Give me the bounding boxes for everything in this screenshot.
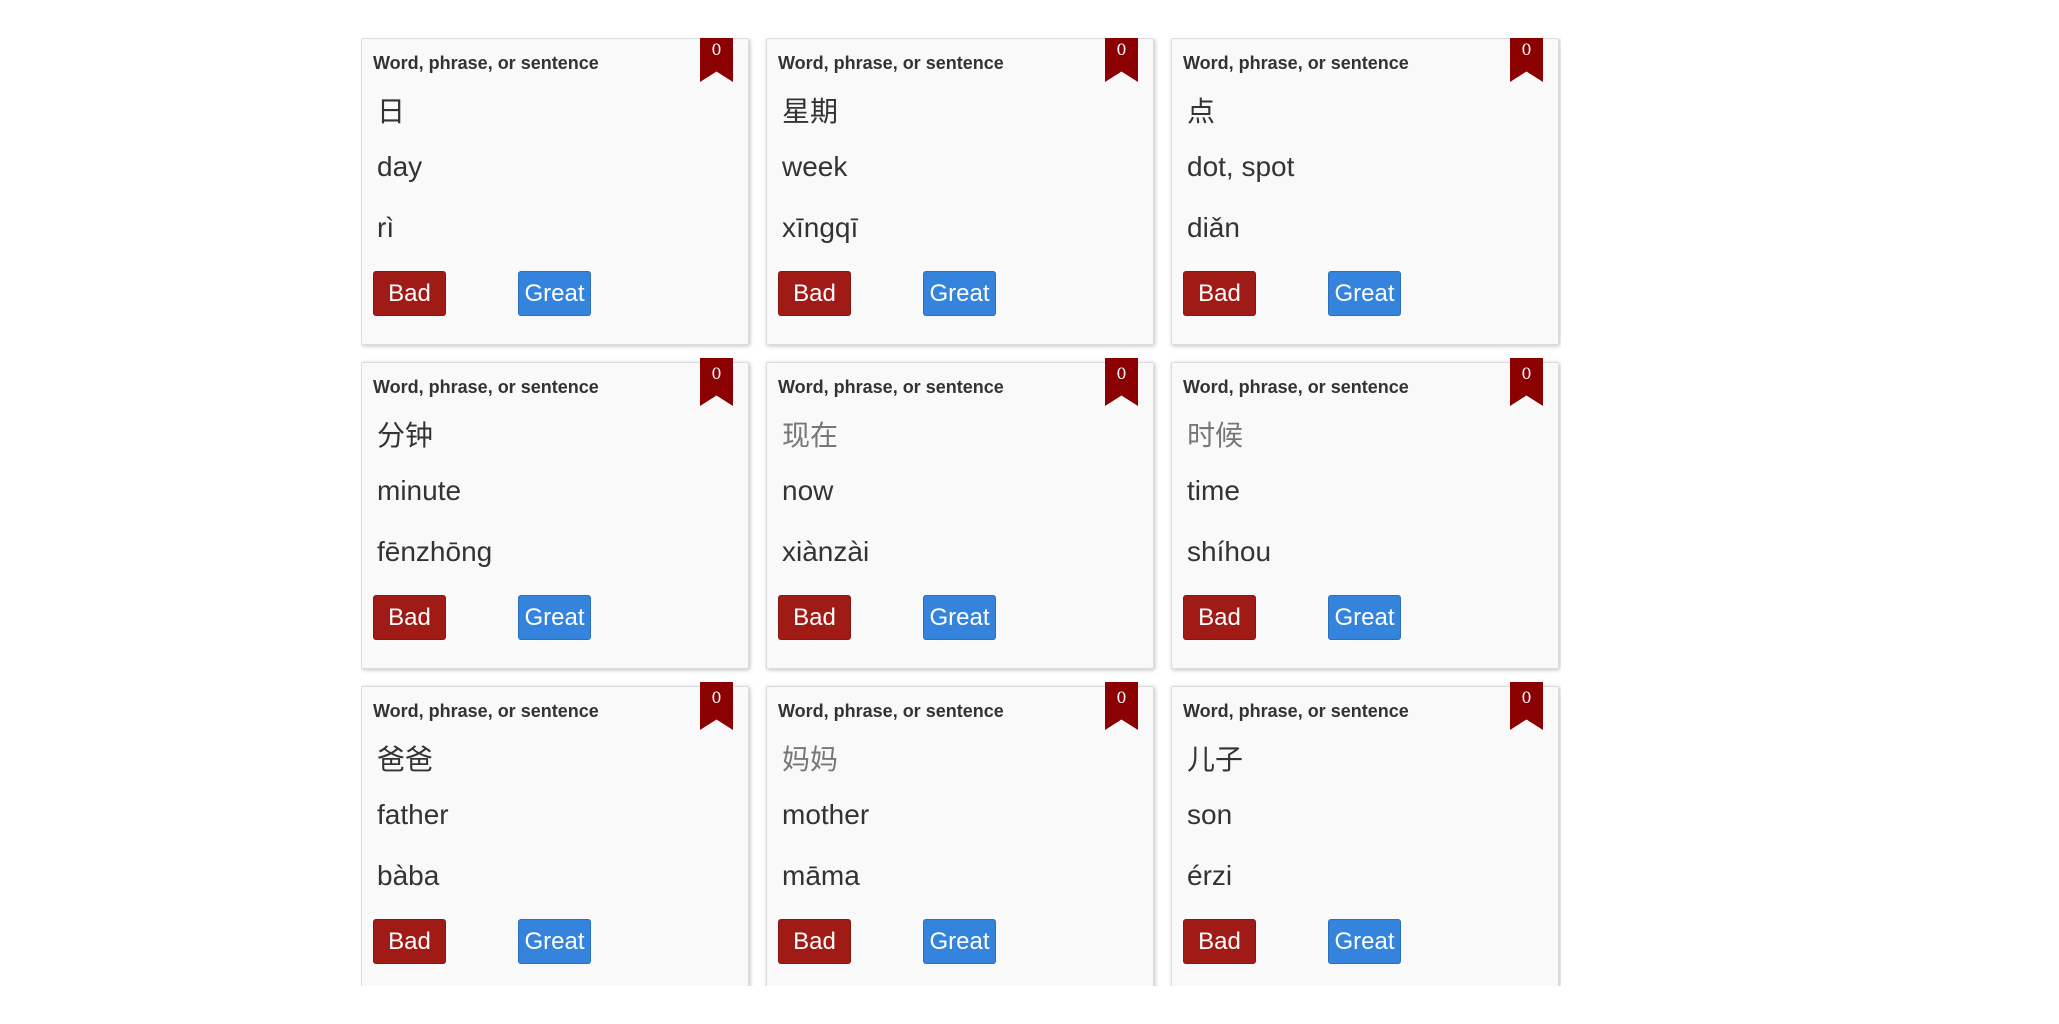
bad-button[interactable]: Bad: [1183, 595, 1256, 640]
review-count: 0: [1521, 364, 1532, 383]
great-button[interactable]: Great: [1328, 595, 1401, 640]
pinyin-text: fēnzhōng: [377, 536, 493, 567]
bookmark-ribbon-icon[interactable]: 0: [1105, 682, 1138, 730]
flashcard: Word, phrase, or sentence 0 妈妈 mother mā…: [766, 682, 1154, 986]
flashcard: Word, phrase, or sentence 0 儿子 son érzi …: [1171, 682, 1559, 986]
card-type-label: Word, phrase, or sentence: [778, 701, 1004, 721]
card-type-label: Word, phrase, or sentence: [373, 53, 599, 73]
english-text: son: [1187, 799, 1233, 830]
flashcard: Word, phrase, or sentence 0 星期 week xīng…: [766, 38, 1154, 345]
pinyin-text: xīngqī: [782, 212, 859, 243]
review-count: 0: [711, 40, 722, 59]
card-type-label: Word, phrase, or sentence: [1183, 53, 1409, 73]
review-count: 0: [1116, 688, 1127, 707]
flashcard: Word, phrase, or sentence 0 日 day rì Bad…: [361, 38, 749, 345]
chinese-text: 星期: [782, 96, 839, 127]
english-text: father: [377, 799, 449, 830]
bad-button[interactable]: Bad: [1183, 919, 1256, 964]
pinyin-text: bàba: [377, 860, 440, 891]
pinyin-text: érzi: [1187, 860, 1233, 891]
bookmark-ribbon-icon[interactable]: 0: [1510, 38, 1543, 82]
review-count: 0: [1116, 40, 1127, 59]
review-count: 0: [711, 364, 722, 383]
pinyin-text: xiànzài: [782, 536, 870, 567]
flashcard: Word, phrase, or sentence 0 点 dot, spot …: [1171, 38, 1559, 345]
pinyin-text: rì: [377, 212, 395, 243]
flashcard: Word, phrase, or sentence 0 分钟 minute fē…: [361, 358, 749, 669]
great-button[interactable]: Great: [1328, 271, 1401, 316]
english-text: week: [782, 151, 848, 182]
chinese-text: 爸爸: [377, 744, 434, 775]
great-button[interactable]: Great: [518, 595, 591, 640]
bad-button[interactable]: Bad: [373, 595, 446, 640]
bookmark-ribbon-icon[interactable]: 0: [700, 358, 733, 406]
bookmark-ribbon-icon[interactable]: 0: [1510, 358, 1543, 406]
english-text: time: [1187, 475, 1240, 506]
flashcard-grid: Word, phrase, or sentence 0 日 day rì Bad…: [361, 38, 1561, 986]
bad-button[interactable]: Bad: [778, 271, 851, 316]
great-button[interactable]: Great: [518, 271, 591, 316]
card-type-label: Word, phrase, or sentence: [373, 701, 599, 721]
english-text: mother: [782, 799, 870, 830]
great-button[interactable]: Great: [1328, 919, 1401, 964]
bookmark-ribbon-icon[interactable]: 0: [1510, 682, 1543, 730]
chinese-text: 日: [377, 96, 406, 127]
card-type-label: Word, phrase, or sentence: [1183, 377, 1409, 397]
english-text: minute: [377, 475, 462, 506]
flashcard: Word, phrase, or sentence 0 现在 now xiànz…: [766, 358, 1154, 669]
flashcard: Word, phrase, or sentence 0 爸爸 father bà…: [361, 682, 749, 986]
great-button[interactable]: Great: [923, 595, 996, 640]
chinese-text: 妈妈: [782, 744, 839, 775]
pinyin-text: diǎn: [1187, 212, 1240, 243]
english-text: day: [377, 151, 423, 182]
card-type-label: Word, phrase, or sentence: [373, 377, 599, 397]
bad-button[interactable]: Bad: [373, 919, 446, 964]
chinese-text: 点: [1187, 96, 1216, 127]
bookmark-ribbon-icon[interactable]: 0: [1105, 358, 1138, 406]
chinese-text: 儿子: [1187, 744, 1244, 775]
review-count: 0: [1521, 40, 1532, 59]
card-type-label: Word, phrase, or sentence: [778, 53, 1004, 73]
bad-button[interactable]: Bad: [1183, 271, 1256, 316]
bad-button[interactable]: Bad: [778, 595, 851, 640]
english-text: now: [782, 475, 834, 506]
bookmark-ribbon-icon[interactable]: 0: [1105, 38, 1138, 82]
bad-button[interactable]: Bad: [373, 271, 446, 316]
pinyin-text: māma: [782, 860, 860, 891]
pinyin-text: shíhou: [1187, 536, 1272, 567]
bookmark-ribbon-icon[interactable]: 0: [700, 682, 733, 730]
english-text: dot, spot: [1187, 151, 1295, 182]
great-button[interactable]: Great: [518, 919, 591, 964]
review-count: 0: [1116, 364, 1127, 383]
chinese-text: 时候: [1187, 420, 1244, 451]
flashcard: Word, phrase, or sentence 0 时候 time shíh…: [1171, 358, 1559, 669]
review-count: 0: [711, 688, 722, 707]
review-count: 0: [1521, 688, 1532, 707]
great-button[interactable]: Great: [923, 271, 996, 316]
bookmark-ribbon-icon[interactable]: 0: [700, 38, 733, 82]
chinese-text: 分钟: [377, 420, 434, 451]
great-button[interactable]: Great: [923, 919, 996, 964]
chinese-text: 现在: [782, 420, 839, 451]
bad-button[interactable]: Bad: [778, 919, 851, 964]
card-type-label: Word, phrase, or sentence: [778, 377, 1004, 397]
card-type-label: Word, phrase, or sentence: [1183, 701, 1409, 721]
